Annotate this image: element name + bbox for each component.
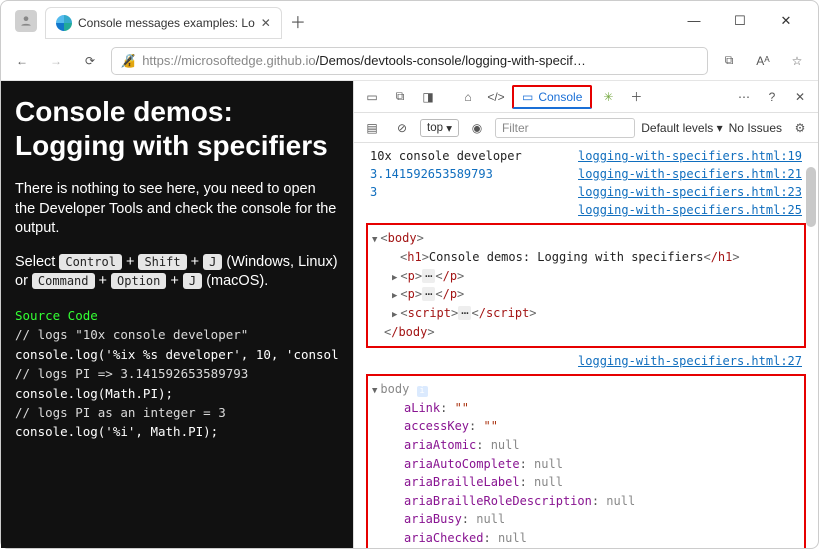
tab-title: Console messages examples: Lo: [78, 16, 255, 30]
inspect-icon[interactable]: ▭: [360, 85, 384, 109]
elements-tab-icon[interactable]: </>: [484, 85, 508, 109]
console-icon: ▭: [522, 90, 533, 104]
object-property: ariaBrailleRoleDescription: null: [372, 492, 800, 511]
clear-console-button[interactable]: ⊘: [390, 116, 414, 140]
expand-toggle[interactable]: <p>⋯</p>: [372, 267, 800, 286]
new-tab-button[interactable]: ＋: [290, 9, 306, 33]
kbd-command: Command: [32, 273, 95, 289]
code-line: // logs "10x console developer": [15, 325, 339, 344]
more-tabs-button[interactable]: ＋: [624, 85, 648, 109]
titlebar: Console messages examples: Lo ✕ ＋ — ☐ ✕: [1, 1, 818, 41]
object-property: ariaAutoComplete: null: [372, 455, 800, 474]
minimize-button[interactable]: —: [680, 13, 708, 29]
object-dump-output[interactable]: body i aLink: ""accessKey: ""ariaAtomic:…: [366, 374, 806, 548]
devtools-more-icon[interactable]: ⋯: [732, 85, 756, 109]
kbd-j2: J: [183, 273, 202, 289]
site-info-icon[interactable]: 🔏: [120, 53, 136, 69]
nav-toolbar: ← → ⟳ 🔏 https://microsoftedge.github.io/…: [1, 41, 818, 81]
code-line: // logs PI => 3.141592653589793: [15, 364, 339, 383]
reload-button[interactable]: ⟳: [77, 48, 103, 74]
collections-button[interactable]: ⧉: [716, 48, 742, 74]
code-line: console.log('%ix %s developer', 10, 'con…: [15, 345, 339, 364]
console-output: 10x console developer logging-with-speci…: [354, 143, 818, 548]
sources-tab-icon[interactable]: ✳: [596, 85, 620, 109]
live-expression-button[interactable]: ◉: [465, 116, 489, 140]
console-value: 3: [370, 185, 377, 199]
devtools-close-icon[interactable]: ✕: [788, 85, 812, 109]
kbd-shift: Shift: [138, 254, 186, 270]
expand-toggle[interactable]: <body>: [372, 229, 800, 248]
issues-indicator[interactable]: No Issues: [729, 121, 782, 135]
console-tab-label: Console: [538, 90, 582, 104]
console-row: logging-with-specifiers.html:27: [354, 352, 818, 370]
page-heading: Console demos: Logging with specifiers: [15, 95, 339, 162]
edge-icon: [56, 15, 72, 31]
devtools-help-icon[interactable]: ?: [760, 85, 784, 109]
kbd-option: Option: [111, 273, 166, 289]
kbd-control: Control: [59, 254, 122, 270]
source-link[interactable]: logging-with-specifiers.html:23: [578, 185, 802, 199]
console-settings-icon[interactable]: ⚙: [788, 116, 812, 140]
favorite-button[interactable]: ☆: [784, 48, 810, 74]
console-tab[interactable]: ▭ Console: [512, 85, 592, 109]
console-row: 3.141592653589793 logging-with-specifier…: [354, 165, 818, 183]
dom-node-output[interactable]: <body> <h1>Console demos: Logging with s…: [366, 223, 806, 348]
source-link[interactable]: logging-with-specifiers.html:27: [578, 354, 802, 368]
object-property: ariaBrailleLabel: null: [372, 473, 800, 492]
content-area: Console demos: Logging with specifiers T…: [1, 81, 818, 548]
source-code-block: Source Code // logs "10x console develop…: [15, 306, 339, 442]
code-line: // logs PI as an integer = 3: [15, 403, 339, 422]
page-paragraph-1: There is nothing to see here, you need t…: [15, 180, 339, 239]
code-title: Source Code: [15, 306, 339, 325]
code-line: console.log(Math.PI);: [15, 384, 339, 403]
url-path: /Demos/devtools-console/logging-with-spe…: [316, 53, 586, 68]
console-row: logging-with-specifiers.html:25: [354, 201, 818, 219]
console-value: 3.141592653589793: [370, 167, 493, 181]
object-property: accessKey: "": [372, 417, 800, 436]
object-property: ariaChecked: null: [372, 529, 800, 548]
profile-avatar[interactable]: [15, 10, 37, 32]
devtools-panel: ▭ ⧉ ◨ ⌂ </> ▭ Console ✳ ＋ ⋯ ? ✕ ▤ ⊘ top …: [353, 81, 818, 548]
console-sidebar-toggle[interactable]: ▤: [360, 116, 384, 140]
object-property: ariaBusy: null: [372, 510, 800, 529]
read-aloud-button[interactable]: Aᴬ: [750, 48, 776, 74]
expand-toggle[interactable]: <script>⋯</script>: [372, 304, 800, 323]
address-bar[interactable]: 🔏 https://microsoftedge.github.io/Demos/…: [111, 47, 708, 75]
kbd-j: J: [203, 254, 222, 270]
welcome-tab-icon[interactable]: ⌂: [456, 85, 480, 109]
source-link[interactable]: logging-with-specifiers.html:21: [578, 167, 802, 181]
web-page: Console demos: Logging with specifiers T…: [1, 81, 353, 548]
maximize-button[interactable]: ☐: [726, 13, 754, 29]
expand-toggle[interactable]: body i: [372, 380, 800, 399]
console-value: 10x console developer: [370, 149, 522, 163]
tab-close-icon[interactable]: ✕: [261, 16, 271, 30]
source-link[interactable]: logging-with-specifiers.html:19: [578, 149, 802, 163]
source-link[interactable]: logging-with-specifiers.html:25: [578, 203, 802, 217]
dock-icon[interactable]: ◨: [416, 85, 440, 109]
console-filter-input[interactable]: Filter: [495, 118, 635, 138]
browser-tab[interactable]: Console messages examples: Lo ✕: [45, 7, 282, 39]
page-paragraph-2: Select Control + Shift + J (Windows, Lin…: [15, 253, 339, 292]
url-host: https://microsoftedge.github.io: [142, 53, 315, 68]
forward-button: →: [43, 48, 69, 74]
back-button[interactable]: ←: [9, 48, 35, 74]
devtools-tabbar: ▭ ⧉ ◨ ⌂ </> ▭ Console ✳ ＋ ⋯ ? ✕: [354, 81, 818, 113]
code-line: console.log('%i', Math.PI);: [15, 422, 339, 441]
expand-toggle[interactable]: <p>⋯</p>: [372, 285, 800, 304]
close-window-button[interactable]: ✕: [772, 13, 800, 29]
object-property: aLink: "": [372, 399, 800, 418]
window-controls: — ☐ ✕: [680, 13, 812, 29]
console-toolbar: ▤ ⊘ top ▾ ◉ Filter Default levels ▾ No I…: [354, 113, 818, 143]
object-property: ariaAtomic: null: [372, 436, 800, 455]
info-icon[interactable]: i: [417, 386, 428, 397]
context-selector[interactable]: top ▾: [420, 119, 459, 137]
console-row: 3 logging-with-specifiers.html:23: [354, 183, 818, 201]
console-row: 10x console developer logging-with-speci…: [354, 147, 818, 165]
log-levels-dropdown[interactable]: Default levels ▾: [641, 121, 722, 135]
device-toolbar-icon[interactable]: ⧉: [388, 85, 412, 109]
